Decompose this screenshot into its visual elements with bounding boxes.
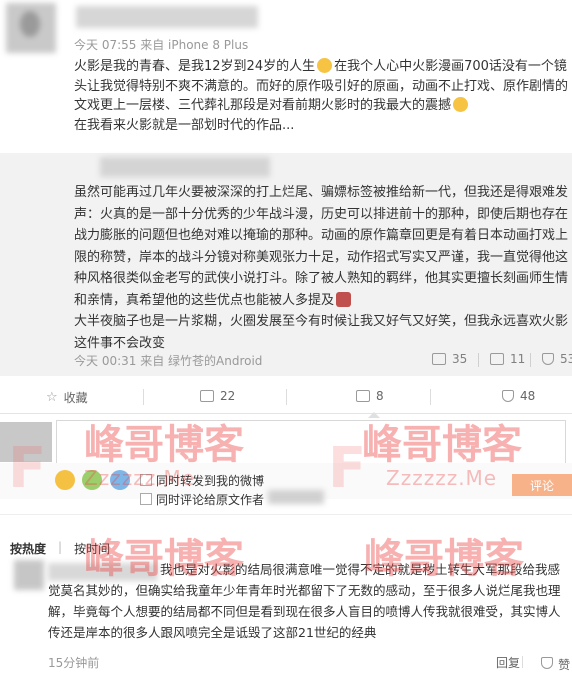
smile-emoji-icon <box>317 58 333 73</box>
repost-like-count: 53 <box>560 352 572 366</box>
sort-tabs: 按热度 | 按时间 <box>10 540 110 557</box>
divider <box>286 389 287 405</box>
author-name[interactable] <box>76 6 258 28</box>
repost-author-name[interactable] <box>100 157 270 177</box>
divider <box>143 389 144 405</box>
divider <box>530 353 531 367</box>
sync-author-checkbox[interactable] <box>140 493 152 505</box>
like-icon <box>542 353 554 365</box>
sync-weibo-checkbox[interactable] <box>140 474 152 486</box>
divider <box>0 514 572 515</box>
shocked-emoji-icon <box>453 97 469 112</box>
repost-forward-count: 35 <box>452 352 468 366</box>
forward-icon <box>200 390 214 402</box>
emoji-icon[interactable] <box>55 470 75 490</box>
divider <box>430 389 431 405</box>
original-author-name <box>268 490 324 504</box>
submit-comment-button[interactable]: 评论 <box>512 474 572 496</box>
comment-like-button[interactable]: 赞 <box>541 654 570 673</box>
forward-icon <box>432 353 446 365</box>
reply-button[interactable]: 回复 <box>496 654 520 671</box>
post-meta: 今天 07:55 来自 iPhone 8 Plus <box>74 38 249 52</box>
repost-text: 虽然可能再过几年火要被深深的打上烂尾、骗嫖标签被推给新一代，但我还是得艰难发声：… <box>74 185 569 351</box>
comment-button[interactable]: 8 <box>356 389 384 403</box>
forward-button[interactable]: 22 <box>200 389 235 403</box>
repost-comment-count: 11 <box>510 352 526 366</box>
my-avatar <box>0 422 52 462</box>
comment-time: 15分钟前 <box>48 656 100 670</box>
like-icon <box>502 390 514 402</box>
repost-forward-stat[interactable]: 35 <box>432 352 467 366</box>
tab-time[interactable]: 按时间 <box>74 540 110 557</box>
author-avatar[interactable] <box>6 3 56 53</box>
tab-separator: | <box>58 540 63 554</box>
like-icon <box>541 657 553 669</box>
image-icon[interactable] <box>110 470 130 490</box>
comment-icon <box>356 390 370 402</box>
commenter-avatar[interactable] <box>14 560 44 590</box>
dog-emoji-icon <box>336 291 352 307</box>
tab-hot[interactable]: 按热度 <box>10 540 46 557</box>
sync-weibo-label: 同时转发到我的微博 <box>156 474 265 488</box>
favorite-button[interactable]: ☆ 收藏 <box>46 389 88 406</box>
gif-icon[interactable] <box>82 470 102 490</box>
repost-meta: 今天 00:31 来自 绿竹苍的Android <box>74 354 263 368</box>
divider <box>522 656 523 668</box>
post-text: 火影是我的青春、是我12岁到24岁的人生 在我个人心中火影漫画700话没有一个镜头… <box>74 58 569 133</box>
divider <box>478 353 479 367</box>
like-button[interactable]: 48 <box>502 389 535 403</box>
pointer-arrow <box>368 412 380 418</box>
star-icon: ☆ <box>46 390 58 405</box>
repost-comment-stat[interactable]: 11 <box>490 352 525 366</box>
comment-icon <box>490 353 504 365</box>
repost-like-stat[interactable]: 53 <box>542 352 572 366</box>
comment-textarea[interactable] <box>56 420 566 464</box>
comment-text: 我也是对火影的结局很满意唯一觉得不定的就是秽土转生大军那段给我感觉莫名其妙的，但… <box>48 562 561 640</box>
sync-author-label: 同时评论给原文作者 <box>156 493 265 507</box>
